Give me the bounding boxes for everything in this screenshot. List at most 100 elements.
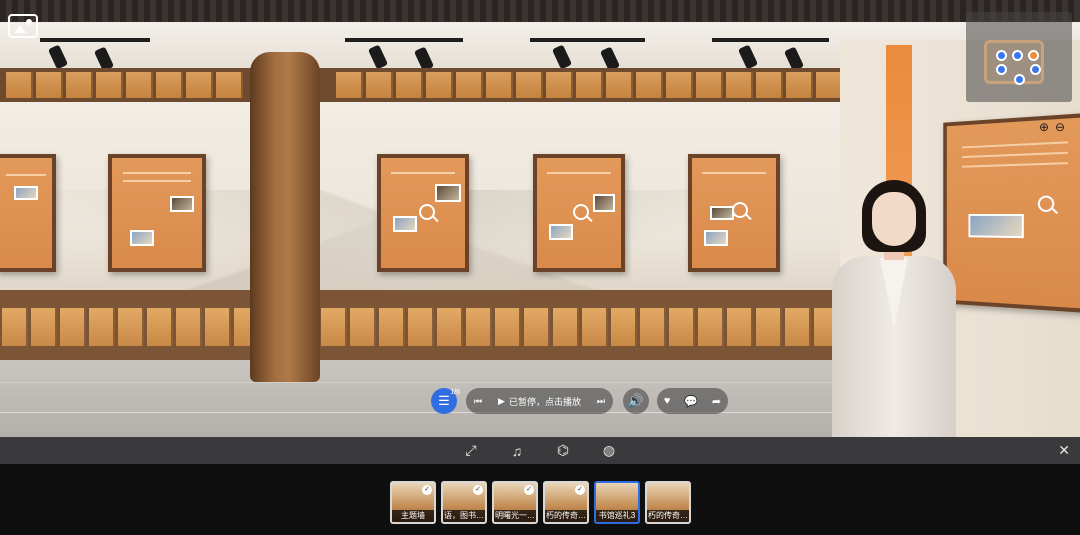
vr-icon[interactable]: ⌬	[553, 442, 573, 459]
shelf-box	[6, 72, 33, 98]
comment-icon[interactable]: 💬	[684, 395, 698, 408]
volume-icon: 🔊	[627, 393, 645, 408]
next-icon[interactable]: ⏭	[597, 396, 605, 407]
playlist-badge: 1/6	[450, 389, 460, 396]
magnify-icon[interactable]	[1037, 195, 1055, 212]
shelf-box	[726, 72, 753, 98]
fullscreen-icon[interactable]: ⤢	[461, 442, 481, 459]
volume-button[interactable]: 🔊	[623, 388, 649, 414]
shelf-box	[516, 72, 543, 98]
minimap-hotspot[interactable]	[1014, 74, 1025, 85]
audio-player[interactable]: ⏮ ▶ 已暂停，点击播放 ⏭	[466, 388, 613, 414]
map-zoom-out-icon[interactable]: ⊖	[1053, 120, 1067, 134]
shelf-box	[486, 72, 513, 98]
magnify-icon[interactable]	[573, 204, 589, 220]
shelf-box	[546, 72, 573, 98]
shelf-box	[466, 308, 492, 346]
wooden-pillar	[250, 52, 320, 382]
shelf-box	[366, 72, 393, 98]
vr-scene-viewport[interactable]: ⊕ ⊖ ☰ 1/6 ⏮ ▶ 已暂停，点击播放 ⏭ 🔊 ♥ 💬 ➦	[0, 0, 1080, 437]
shelf-box	[147, 308, 173, 346]
minimap-current-location[interactable]	[1028, 50, 1039, 61]
minimap[interactable]	[966, 12, 1072, 102]
shelf-box	[456, 72, 483, 98]
scene-thumbnail-label: 明曙光一…	[494, 510, 536, 522]
shelf-box	[205, 308, 231, 346]
exhibit-poster[interactable]	[533, 154, 625, 272]
scene-thumbnail[interactable]: 朽的传奇…	[645, 481, 691, 524]
shelf-box	[2, 308, 28, 346]
close-icon[interactable]: ✕	[1058, 442, 1070, 459]
scene-thumbnail-label: 朽的传奇…	[647, 510, 689, 522]
lower-shelf	[0, 290, 840, 360]
shelf-box	[785, 308, 811, 346]
shelf-box	[756, 308, 782, 346]
exhibit-poster[interactable]	[377, 154, 469, 272]
shelf-box	[156, 72, 183, 98]
gyroscope-icon[interactable]: ◍	[599, 442, 619, 459]
upper-shelf	[0, 68, 843, 102]
shelf-box	[437, 308, 463, 346]
visited-check-icon: ✓	[473, 485, 483, 495]
shelf-box	[321, 308, 347, 346]
shelf-box	[186, 72, 213, 98]
light-track	[530, 38, 645, 42]
shelf-box	[606, 72, 633, 98]
gallery-icon[interactable]	[8, 14, 38, 38]
scene-thumbnail-label: 主题墙	[392, 510, 434, 522]
shelf-box	[126, 72, 153, 98]
shelf-box	[727, 308, 753, 346]
shelf-box	[379, 308, 405, 346]
play-icon[interactable]: ▶	[498, 396, 505, 407]
exhibit-poster[interactable]	[943, 112, 1080, 314]
exhibit-poster[interactable]	[688, 154, 780, 272]
previous-icon[interactable]: ⏮	[474, 396, 482, 407]
shelf-box	[696, 72, 723, 98]
list-icon: ☰	[438, 393, 450, 408]
playlist-button[interactable]: ☰ 1/6	[431, 388, 460, 414]
scene-thumbnail[interactable]: ✓ 朽的传奇…	[543, 481, 589, 524]
scene-thumbnail[interactable]: ✓ 主题墙	[390, 481, 436, 524]
shelf-box	[756, 72, 783, 98]
magnify-icon[interactable]	[732, 202, 748, 218]
map-zoom-in-icon[interactable]: ⊕	[1037, 120, 1051, 134]
shelf-box	[636, 72, 663, 98]
minimap-hotspot[interactable]	[996, 64, 1007, 75]
minimap-hotspot[interactable]	[1012, 50, 1023, 61]
shelf-box	[89, 308, 115, 346]
shelf-box	[31, 308, 57, 346]
minimap-hotspot[interactable]	[1030, 64, 1041, 75]
like-icon[interactable]: ♥	[664, 395, 671, 407]
shelf-box	[350, 308, 376, 346]
scene-thumbnail-label: 朽的传奇…	[545, 510, 587, 522]
shelf-box	[698, 308, 724, 346]
shelf-box	[60, 308, 86, 346]
scene-thumbnail[interactable]: ✓ 语，图书…	[441, 481, 487, 524]
shelf-box	[666, 72, 693, 98]
social-actions: ♥ 💬 ➦	[657, 388, 728, 414]
ceiling	[0, 0, 1080, 22]
music-icon[interactable]: ♫	[507, 443, 527, 459]
magnify-icon[interactable]	[419, 204, 435, 220]
shelf-box	[118, 308, 144, 346]
shelf-box	[553, 308, 579, 346]
exhibit-poster[interactable]	[108, 154, 206, 272]
minimap-hotspot[interactable]	[996, 50, 1007, 61]
virtual-guide-avatar[interactable]	[826, 178, 962, 437]
shelf-box	[669, 308, 695, 346]
shelf-box	[396, 72, 423, 98]
exhibit-poster[interactable]	[0, 154, 56, 272]
scene-thumbnail[interactable]: 书馆巡礼3	[594, 481, 640, 524]
shelf-box	[524, 308, 550, 346]
visited-check-icon: ✓	[524, 485, 534, 495]
light-track	[345, 38, 463, 42]
light-track	[712, 38, 829, 42]
shelf-box	[66, 72, 93, 98]
shelf-box	[786, 72, 813, 98]
shelf-box	[582, 308, 608, 346]
shelf-box	[336, 72, 363, 98]
shelf-box	[216, 72, 243, 98]
share-icon[interactable]: ➦	[712, 395, 721, 408]
player-status-text[interactable]: 已暂停，点击播放	[509, 395, 581, 408]
scene-thumbnail[interactable]: ✓ 明曙光一…	[492, 481, 538, 524]
